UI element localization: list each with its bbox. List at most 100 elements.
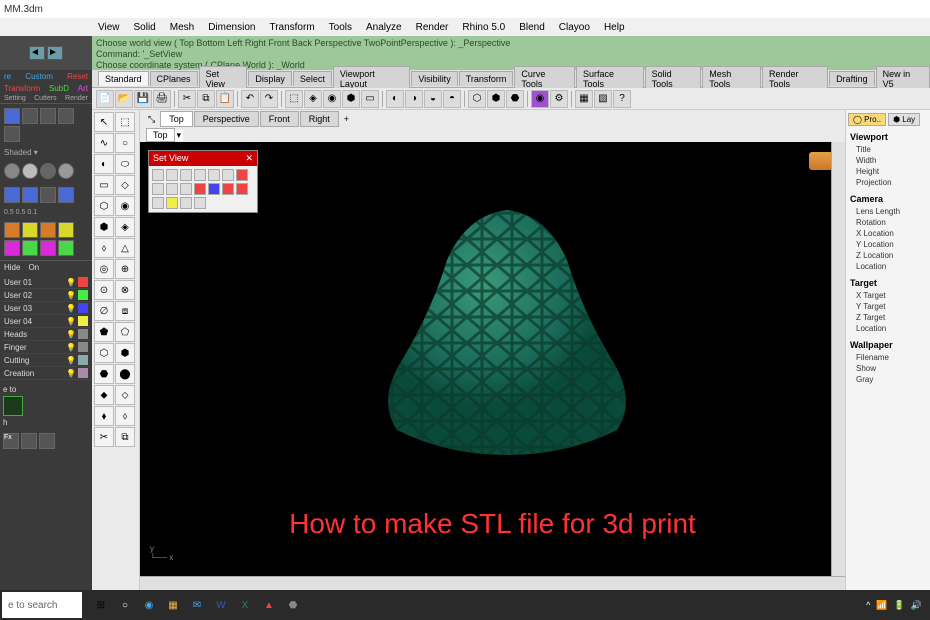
menu-tools[interactable]: Tools	[323, 20, 358, 35]
tool-palette-icon[interactable]: ⬥	[94, 385, 114, 405]
viewport-tab-perspective[interactable]: Perspective	[194, 111, 259, 127]
viewport[interactable]: Set View✕	[140, 142, 845, 590]
system-tray[interactable]: ^ 📶 🔋 🔊	[866, 600, 930, 611]
view-icon[interactable]	[180, 197, 192, 209]
tool-palette-icon[interactable]: ◈	[115, 217, 135, 237]
app-icon[interactable]: ▲	[258, 592, 280, 618]
view-icon[interactable]	[194, 197, 206, 209]
props-tab-pro.[interactable]: ◯ Pro..	[848, 113, 886, 126]
layer-row[interactable]: Heads💡	[2, 328, 90, 341]
tool-icon[interactable]	[4, 108, 20, 124]
task-view-icon[interactable]: ⊞	[90, 592, 112, 618]
view-icon[interactable]	[180, 169, 192, 181]
view-icon[interactable]	[208, 169, 220, 181]
render-icon[interactable]: ◉	[531, 90, 549, 108]
menu-render[interactable]: Render	[410, 20, 455, 35]
prop-show[interactable]: Show	[850, 363, 926, 374]
view-icon[interactable]	[152, 197, 164, 209]
view-icon[interactable]	[166, 183, 178, 195]
view-icon[interactable]	[152, 183, 164, 195]
viewport-tab-top[interactable]: Top	[160, 111, 193, 127]
viewport-label[interactable]: Top	[146, 128, 175, 142]
tool-palette-icon[interactable]: ⬭	[115, 154, 135, 174]
tool-palette-icon[interactable]: ⊙	[94, 280, 114, 300]
tool-palette-icon[interactable]: ⧉	[115, 427, 135, 447]
close-icon[interactable]: ✕	[245, 153, 253, 164]
tool-icon[interactable]: ⚙	[550, 90, 568, 108]
wifi-icon[interactable]: 📶	[876, 600, 887, 611]
prop-z-target[interactable]: Z Target	[850, 312, 926, 323]
prop-filename[interactable]: Filename	[850, 352, 926, 363]
view-icon[interactable]	[194, 169, 206, 181]
view-icon[interactable]	[236, 169, 248, 181]
view-icon[interactable]	[236, 183, 248, 195]
fx-icon[interactable]	[39, 433, 55, 449]
tool-icon[interactable]: ◒	[424, 90, 442, 108]
menu-help[interactable]: Help	[598, 20, 631, 35]
tool-icon[interactable]: ⬢	[342, 90, 360, 108]
sphere-icon[interactable]	[4, 163, 20, 179]
tool-icon[interactable]	[4, 240, 20, 256]
tool-palette-icon[interactable]: ⬤	[115, 364, 135, 384]
menu-transform[interactable]: Transform	[263, 20, 320, 35]
tab-display[interactable]: Display	[248, 71, 292, 86]
tool-icon[interactable]	[4, 187, 20, 203]
prop-lens-length[interactable]: Lens Length	[850, 206, 926, 217]
tool-icon[interactable]	[40, 240, 56, 256]
prop-title[interactable]: Title	[850, 144, 926, 155]
prop-y-location[interactable]: Y Location	[850, 239, 926, 250]
layer-row[interactable]: User 01💡	[2, 276, 90, 289]
layer-row[interactable]: Cutting💡	[2, 354, 90, 367]
view-icon[interactable]	[194, 183, 206, 195]
sphere-icon[interactable]	[40, 163, 56, 179]
tool-icon[interactable]	[58, 240, 74, 256]
edge-icon[interactable]: ◉	[138, 592, 160, 618]
tool-icon[interactable]: ⬣	[506, 90, 524, 108]
tool-palette-icon[interactable]: ⬢	[115, 343, 135, 363]
tool-icon[interactable]	[22, 240, 38, 256]
tool-icon[interactable]: ◈	[304, 90, 322, 108]
cursor-icon[interactable]: ⤡	[144, 114, 159, 125]
tab-visibility[interactable]: Visibility	[411, 71, 457, 86]
tool-palette-icon[interactable]: ✂	[94, 427, 114, 447]
tool-icon[interactable]: ▦	[575, 90, 593, 108]
print-icon[interactable]: 🖨	[153, 90, 171, 108]
header-label[interactable]: Reset	[67, 72, 88, 81]
prop-location[interactable]: Location	[850, 323, 926, 334]
on-label[interactable]: On	[28, 263, 39, 272]
menu-rhino-5.0[interactable]: Rhino 5.0	[456, 20, 511, 35]
tool-palette-icon[interactable]: ∅	[94, 301, 114, 321]
copy-icon[interactable]: ⧉	[197, 90, 215, 108]
layer-row[interactable]: User 04💡	[2, 315, 90, 328]
tool-icon[interactable]: ◑	[405, 90, 423, 108]
tool-icon[interactable]	[58, 187, 74, 203]
prop-gray[interactable]: Gray	[850, 374, 926, 385]
tab-cplanes[interactable]: CPlanes	[150, 71, 198, 86]
tool-icon[interactable]: ⬢	[487, 90, 505, 108]
scrollbar-horizontal[interactable]	[140, 576, 845, 590]
tool-icon[interactable]: ◉	[323, 90, 341, 108]
prop-x-location[interactable]: X Location	[850, 228, 926, 239]
tool-palette-icon[interactable]: ⬨	[115, 406, 135, 426]
view-icon[interactable]	[166, 197, 178, 209]
tool-icon[interactable]	[58, 108, 74, 124]
tool-icon[interactable]	[22, 222, 38, 238]
prop-z-location[interactable]: Z Location	[850, 250, 926, 261]
props-tab-lay[interactable]: ⬢ Lay	[888, 113, 920, 126]
tool-palette-icon[interactable]: ⬠	[115, 322, 135, 342]
tool-icon[interactable]: ⬚	[285, 90, 303, 108]
header-label[interactable]: Art	[78, 84, 88, 93]
layer-row[interactable]: Finger💡	[2, 341, 90, 354]
tool-palette-icon[interactable]: ▭	[94, 175, 114, 195]
volume-icon[interactable]: 🔊	[911, 600, 922, 611]
mail-icon[interactable]: ✉	[186, 592, 208, 618]
tool-icon[interactable]	[4, 126, 20, 142]
view-icon[interactable]	[208, 183, 220, 195]
tool-palette-icon[interactable]: ⬣	[94, 364, 114, 384]
add-viewport-icon[interactable]: +	[340, 114, 353, 124]
cortana-icon[interactable]: ○	[114, 592, 136, 618]
prop-projection[interactable]: Projection	[850, 177, 926, 188]
redo-icon[interactable]: ↷	[260, 90, 278, 108]
header-label[interactable]: re	[4, 72, 11, 81]
prop-y-target[interactable]: Y Target	[850, 301, 926, 312]
